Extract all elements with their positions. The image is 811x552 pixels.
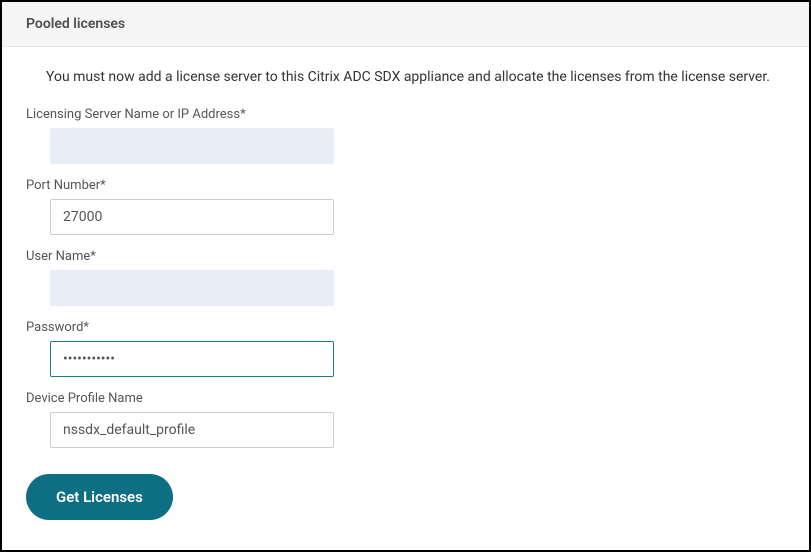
form-group-port: Port Number* — [26, 178, 785, 235]
form-group-username: User Name* — [26, 249, 785, 306]
button-row: Get Licenses — [26, 474, 785, 520]
password-label: Password* — [26, 320, 785, 335]
username-input[interactable] — [50, 270, 334, 306]
username-label: User Name* — [26, 249, 785, 264]
content-area: You must now add a license server to thi… — [2, 47, 809, 540]
password-input[interactable] — [50, 341, 334, 377]
header-bar: Pooled licenses — [2, 2, 809, 47]
form-group-profile: Device Profile Name — [26, 391, 785, 448]
page-title: Pooled licenses — [26, 16, 785, 32]
profile-label: Device Profile Name — [26, 391, 785, 406]
profile-input[interactable] — [50, 412, 334, 448]
port-label: Port Number* — [26, 178, 785, 193]
port-input[interactable] — [50, 199, 334, 235]
form-group-server: Licensing Server Name or IP Address* — [26, 107, 785, 164]
form-group-password: Password* — [26, 320, 785, 377]
get-licenses-button[interactable]: Get Licenses — [26, 474, 173, 520]
server-label: Licensing Server Name or IP Address* — [26, 107, 785, 122]
page-description: You must now add a license server to thi… — [46, 69, 785, 85]
server-input[interactable] — [50, 128, 334, 164]
